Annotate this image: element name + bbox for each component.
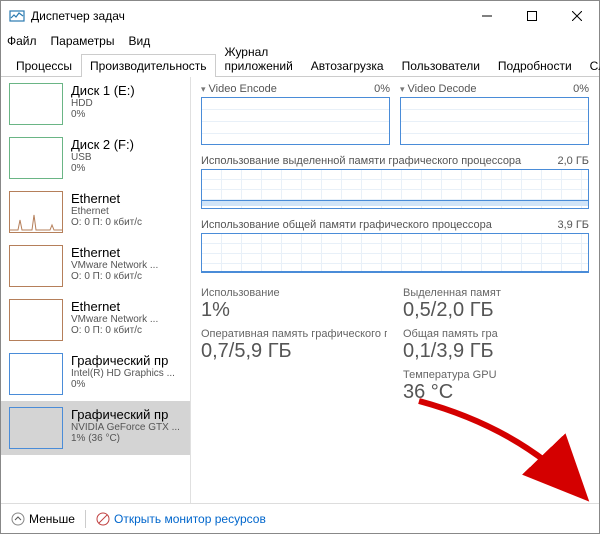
tab-2[interactable]: Журнал приложений (216, 40, 302, 77)
mem-section-1: Использование общей памяти графического … (201, 219, 589, 273)
stat-temp-value: 36 °C (403, 381, 589, 404)
stat-ram-value: 0,7/5,9 ГБ (201, 340, 387, 363)
gpu-chart-0: ▾Video Encode0% (201, 83, 390, 145)
sidebar-item-2[interactable]: EthernetEthernetО: 0 П: 0 кбит/с (1, 185, 190, 239)
gpu-chart-1: ▾Video Decode0% (400, 83, 589, 145)
sidebar-sub1: USB (71, 152, 134, 163)
sidebar-item-3[interactable]: EthernetVMware Network ...О: 0 П: 0 кбит… (1, 239, 190, 293)
chevron-down-icon[interactable]: ▾ (400, 84, 405, 94)
sidebar-thumb (9, 83, 63, 125)
close-button[interactable] (554, 1, 599, 31)
sidebar-thumb (9, 191, 63, 233)
menu-file[interactable]: Файл (7, 34, 37, 48)
sidebar-sub2: 0% (71, 109, 135, 120)
window-title: Диспетчер задач (31, 9, 464, 23)
main-panel: ▾Video Encode0%▾Video Decode0% Использов… (191, 77, 599, 503)
tab-0[interactable]: Процессы (7, 54, 81, 77)
sidebar-title: Графический пр (71, 407, 180, 422)
sidebar-sub2: О: 0 П: 0 кбит/с (71, 217, 142, 228)
sidebar-sub1: NVIDIA GeForce GTX ... (71, 422, 180, 433)
stat-shared-value: 0,1/3,9 ГБ (403, 340, 589, 363)
sidebar-thumb (9, 353, 63, 395)
footer: Меньше Открыть монитор ресурсов (1, 503, 599, 533)
sidebar-sub2: О: 0 П: 0 кбит/с (71, 325, 158, 336)
sidebar-thumb (9, 137, 63, 179)
sidebar-item-0[interactable]: Диск 1 (E:)HDD0% (1, 77, 190, 131)
chart-body (201, 97, 390, 145)
sidebar-title: Ethernet (71, 191, 142, 206)
menu-options[interactable]: Параметры (51, 34, 115, 48)
sidebar-item-1[interactable]: Диск 2 (F:)USB0% (1, 131, 190, 185)
sidebar-item-6[interactable]: Графический прNVIDIA GeForce GTX ...1% (… (1, 401, 190, 455)
sidebar-thumb (9, 245, 63, 287)
stat-dedicated-value: 0,5/2,0 ГБ (403, 299, 589, 322)
chart-body (400, 97, 589, 145)
sidebar-thumb (9, 407, 63, 449)
mem-chart (201, 169, 589, 209)
tab-6[interactable]: Службы (581, 54, 600, 77)
stat-shared-label: Общая память гра (403, 328, 589, 340)
sidebar-sub1: Intel(R) HD Graphics ... (71, 368, 175, 379)
sidebar-item-4[interactable]: EthernetVMware Network ...О: 0 П: 0 кбит… (1, 293, 190, 347)
stat-ram-label: Оперативная память графического процессо… (201, 328, 387, 340)
tab-5[interactable]: Подробности (489, 54, 581, 77)
sidebar-sub1: VMware Network ... (71, 260, 158, 271)
task-manager-window: Диспетчер задач Файл Параметры Вид Проце… (0, 0, 600, 534)
sidebar-thumb (9, 299, 63, 341)
fewer-details-toggle[interactable]: Меньше (11, 512, 75, 526)
stat-usage-value: 1% (201, 299, 387, 322)
stat-usage-label: Использование (201, 287, 387, 299)
resmon-icon (96, 512, 110, 526)
sidebar-title: Диск 2 (F:) (71, 137, 134, 152)
sidebar-title: Ethernet (71, 245, 158, 260)
sidebar-sub1: Ethernet (71, 206, 142, 217)
annotation-arrow (409, 393, 599, 503)
menu-view[interactable]: Вид (128, 34, 150, 48)
sidebar-item-5[interactable]: Графический прIntel(R) HD Graphics ...0% (1, 347, 190, 401)
tab-1[interactable]: Производительность (81, 54, 215, 77)
tab-3[interactable]: Автозагрузка (302, 54, 393, 77)
sidebar-sub2: 1% (36 °C) (71, 433, 180, 444)
mem-chart (201, 233, 589, 273)
sidebar-sub2: 0% (71, 379, 175, 390)
sidebar-sub1: HDD (71, 98, 135, 109)
sidebar-sub2: О: 0 П: 0 кбит/с (71, 271, 158, 282)
sidebar-sub1: VMware Network ... (71, 314, 158, 325)
maximize-button[interactable] (509, 1, 554, 31)
chevron-up-icon (11, 512, 25, 526)
sidebar-title: Ethernet (71, 299, 158, 314)
sidebar-sub2: 0% (71, 163, 134, 174)
titlebar[interactable]: Диспетчер задач (1, 1, 599, 31)
tab-4[interactable]: Пользователи (393, 54, 489, 77)
stats-grid: Использование 1% Оперативная память граф… (201, 287, 589, 404)
sidebar[interactable]: Диск 1 (E:)HDD0%Диск 2 (F:)USB0%Ethernet… (1, 77, 191, 503)
minimize-button[interactable] (464, 1, 509, 31)
tab-strip: ПроцессыПроизводительностьЖурнал приложе… (1, 51, 599, 77)
stat-temp-label: Температура GPU (403, 369, 589, 381)
mem-section-0: Использование выделенной памяти графичес… (201, 155, 589, 209)
stat-dedicated-label: Выделенная памят (403, 287, 589, 299)
chevron-down-icon[interactable]: ▾ (201, 84, 206, 94)
sidebar-title: Графический пр (71, 353, 175, 368)
sidebar-title: Диск 1 (E:) (71, 83, 135, 98)
open-resmon-link[interactable]: Открыть монитор ресурсов (96, 512, 266, 526)
app-icon (9, 8, 25, 24)
